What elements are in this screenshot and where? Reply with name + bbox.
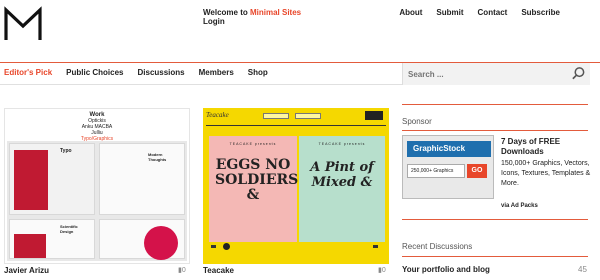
thumb-credit: TEACAKE presents bbox=[318, 142, 366, 146]
ad-description: 150,000+ Graphics, Vectors, Icons, Textu… bbox=[501, 160, 591, 187]
ad-badge: 250,000+ Graphics bbox=[407, 164, 465, 178]
thumb-mint-panel: TEACAKE presents A Pint of Mixed & bbox=[299, 136, 385, 242]
thumb-credit: TEACAKE presents bbox=[229, 142, 277, 146]
thumb-logo: Teacake bbox=[206, 111, 229, 119]
thumb-page: Scientific Design bbox=[9, 219, 95, 259]
thumb-cart-icon bbox=[365, 111, 383, 120]
nav-about[interactable]: About bbox=[399, 8, 422, 17]
discussion-item-count: 45 bbox=[578, 265, 587, 274]
nav-bottom-divider bbox=[0, 84, 402, 85]
site-thumbnail-teacake[interactable]: Teacake TEACAKE presents EGGS NO SOLDIER… bbox=[203, 108, 389, 264]
sponsor-heading: Sponsor bbox=[402, 117, 432, 126]
thumb-red-circle bbox=[144, 226, 178, 260]
sidebar-divider bbox=[402, 130, 588, 131]
thumb-page-label: Scientific Design bbox=[60, 224, 78, 234]
comment-count-value: 0 bbox=[181, 267, 186, 274]
tab-discussions[interactable]: Discussions bbox=[138, 68, 185, 77]
login-link[interactable]: Login bbox=[203, 17, 225, 26]
thumb-arrow bbox=[211, 245, 216, 248]
comment-count[interactable]: ▮0 bbox=[378, 266, 386, 274]
thumb-dropdown bbox=[263, 113, 289, 119]
thumb-dropdown bbox=[295, 113, 321, 119]
sponsor-ad-banner[interactable]: GraphicStock 250,000+ Graphics GO bbox=[402, 135, 494, 199]
nav-contact[interactable]: Contact bbox=[478, 8, 508, 17]
top-nav: About Submit Contact Subscribe bbox=[399, 8, 560, 17]
site-title-teacake[interactable]: Teacake bbox=[203, 266, 234, 275]
sidebar-divider bbox=[402, 104, 588, 105]
thumb-page: Typo bbox=[9, 143, 95, 215]
tab-public-choices[interactable]: Public Choices bbox=[66, 68, 123, 77]
tab-shop[interactable]: Shop bbox=[248, 68, 268, 77]
thumb-pink-panel: TEACAKE presents EGGS NO SOLDIERS & bbox=[209, 136, 299, 242]
welcome-prefix: Welcome to bbox=[203, 8, 250, 17]
thumb-right-title: A Pint of Mixed & bbox=[310, 160, 374, 190]
nav-submit[interactable]: Submit bbox=[436, 8, 463, 17]
thumb-page bbox=[99, 219, 185, 260]
site-thumbnail-javier-arizu[interactable]: Work Optickis Anku MACBA Julliu Typo/Gra… bbox=[4, 108, 190, 264]
search-icon[interactable] bbox=[571, 66, 586, 81]
comment-count-value: 0 bbox=[381, 267, 386, 274]
main-nav: Editor's Pick Public Choices Discussions… bbox=[4, 68, 268, 77]
thumb-page-label: Modern Thoughts bbox=[148, 152, 167, 162]
comment-count[interactable]: ▮0 bbox=[178, 266, 186, 274]
ad-badge-text: 250,000+ Graphics bbox=[411, 168, 454, 174]
search-box bbox=[402, 63, 590, 85]
thumb-red-image bbox=[14, 150, 48, 210]
tab-editors-pick[interactable]: Editor's Pick bbox=[4, 68, 52, 77]
thumb-page-grid: Typo Modern Thoughts Scientific Design bbox=[7, 141, 187, 261]
thumb-page: Modern Thoughts bbox=[99, 143, 185, 215]
thumb-divider bbox=[206, 125, 386, 126]
thumb-text-block: Work Optickis Anku MACBA Julliu Typo/Gra… bbox=[5, 112, 189, 142]
minimal-sites-logo[interactable] bbox=[4, 6, 42, 42]
sidebar-divider bbox=[402, 219, 588, 220]
thumb-left-title: EGGS NO SOLDIERS & bbox=[215, 157, 299, 203]
recent-discussions-heading: Recent Discussions bbox=[402, 242, 473, 251]
brand-name[interactable]: Minimal Sites bbox=[250, 8, 301, 17]
ad-go-button[interactable]: GO bbox=[467, 164, 487, 178]
ad-title[interactable]: 7 Days of FREE Downloads bbox=[501, 137, 591, 157]
sidebar-divider bbox=[402, 256, 588, 257]
thumb-page-label: Typo bbox=[60, 148, 72, 154]
nav-subscribe[interactable]: Subscribe bbox=[521, 8, 560, 17]
tab-members[interactable]: Members bbox=[199, 68, 234, 77]
discussion-item-title[interactable]: Your portfolio and blog bbox=[402, 265, 490, 274]
thumb-dot bbox=[223, 243, 230, 250]
search-input[interactable] bbox=[408, 68, 563, 80]
thumb-red-image bbox=[14, 234, 46, 258]
ad-brand: GraphicStock bbox=[413, 144, 466, 153]
thumb-arrow bbox=[373, 245, 378, 248]
site-title-javier-arizu[interactable]: Javier Arizu bbox=[4, 266, 49, 275]
ad-brand-bar: GraphicStock bbox=[407, 141, 491, 157]
ad-via-link[interactable]: via Ad Packs bbox=[501, 203, 538, 209]
